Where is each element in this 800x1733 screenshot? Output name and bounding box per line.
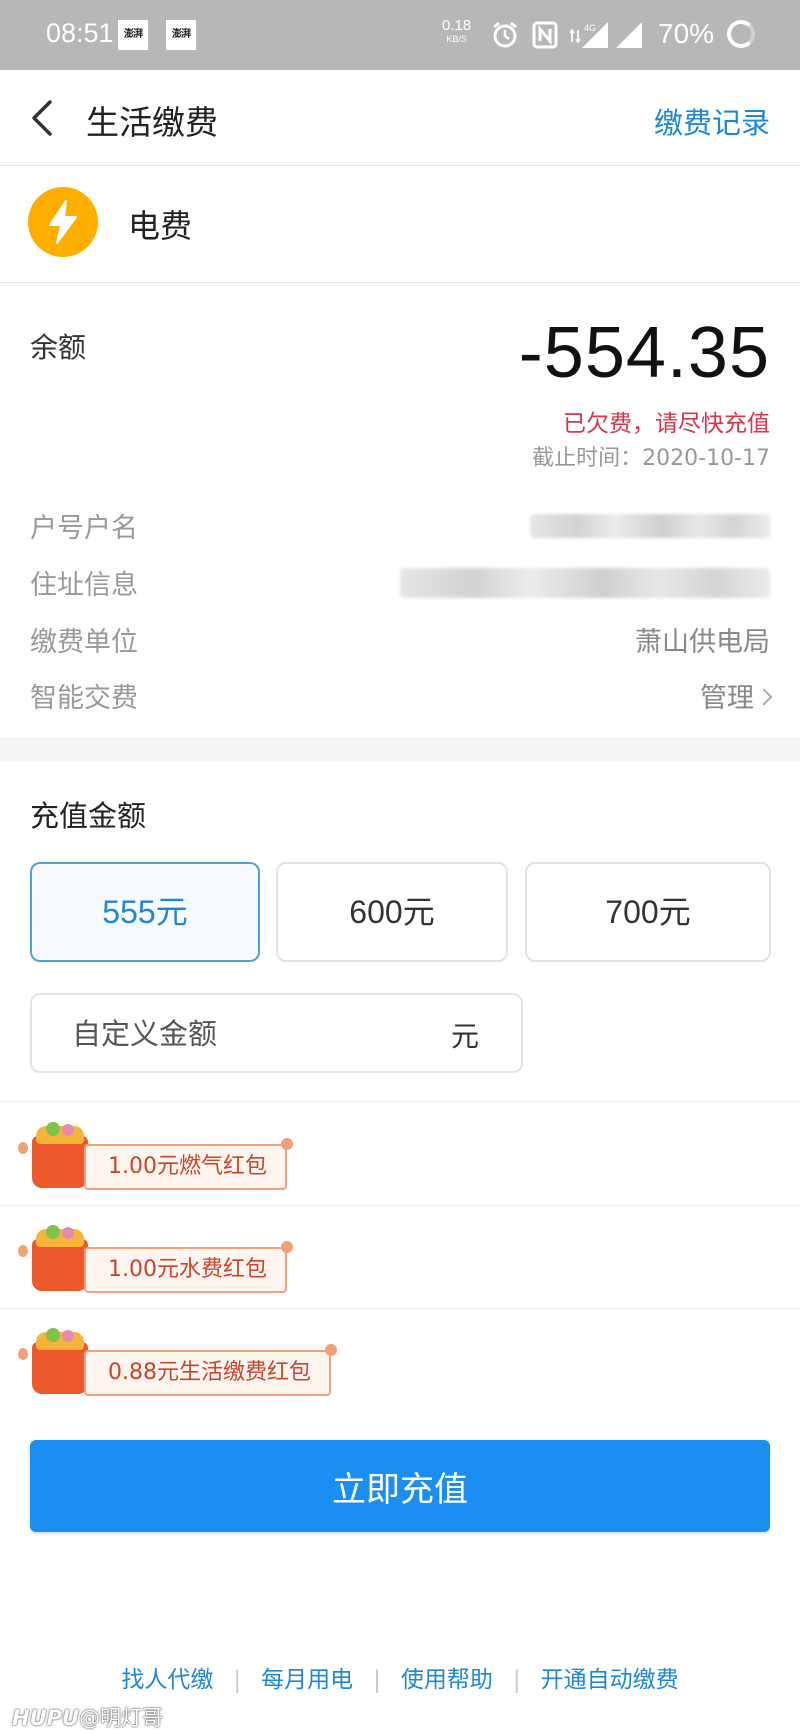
status-bar: 08:51 澎湃 澎湃 0.18 KB/S 4G 70% — [0, 0, 800, 70]
svg-text:4G: 4G — [584, 23, 596, 33]
info-row-account: 户号户名 — [30, 506, 770, 546]
balance-label: 余额 — [30, 331, 87, 364]
section-divider — [0, 738, 800, 762]
nfc-icon — [532, 21, 558, 49]
payment-record-link[interactable]: 缴费记录 — [654, 100, 770, 142]
account-label: 户号户名 — [30, 513, 138, 544]
back-arrow-icon[interactable] — [28, 98, 58, 138]
page-title: 生活缴费 — [86, 103, 218, 142]
footer-links: 找人代缴 | 每月用电 | 使用帮助 | 开通自动缴费 — [0, 1660, 800, 1700]
info-row-company: 缴费单位 萧山供电局 — [30, 620, 770, 660]
balance-amount: -554.35 — [518, 313, 770, 393]
company-label: 缴费单位 — [30, 627, 138, 658]
nav-bar: 生活缴费 缴费记录 — [0, 70, 800, 166]
address-label: 住址信息 — [30, 570, 138, 601]
coupon-label: 0.88元生活缴费红包 — [84, 1344, 337, 1396]
chevron-right-icon — [755, 688, 773, 706]
deadline-text: 截止时间：2020-10-17 — [532, 446, 770, 471]
footer-link-help[interactable]: 使用帮助 — [401, 1667, 493, 1693]
info-row-smart-pay[interactable]: 智能交费 管理 — [30, 676, 773, 716]
custom-amount-input[interactable] — [72, 1013, 452, 1055]
footer-link-proxy-pay[interactable]: 找人代缴 — [121, 1667, 213, 1693]
arrears-warning: 已欠费，请尽快充值 — [563, 411, 770, 437]
bill-name: 电费 — [128, 207, 193, 245]
app-notification-icon: 澎湃 — [118, 20, 148, 50]
custom-amount-field[interactable]: 元 — [30, 993, 523, 1073]
recharge-now-button[interactable]: 立即充值 — [30, 1440, 770, 1532]
divider — [0, 1205, 800, 1206]
divider — [0, 1308, 800, 1309]
amount-option-600[interactable]: 600元 — [276, 862, 508, 962]
blurred-account-value — [530, 514, 770, 538]
smart-pay-label: 智能交费 — [30, 683, 138, 714]
watermark-brand: HUPU — [12, 1706, 80, 1730]
watermark-user: @明灯哥 — [79, 1706, 164, 1730]
net-speed-unit: KB/S — [446, 34, 467, 44]
smart-pay-manage[interactable]: 管理 — [700, 676, 773, 715]
status-time: 08:51 — [46, 18, 114, 48]
manage-link[interactable]: 管理 — [700, 683, 754, 714]
coupon-label: 1.00元水费红包 — [84, 1241, 293, 1293]
net-speed: 0.18 KB/S — [442, 17, 472, 45]
separator: | — [512, 1667, 521, 1693]
custom-amount-unit: 元 — [450, 1020, 479, 1053]
company-value: 萧山供电局 — [635, 627, 770, 658]
amount-option-700[interactable]: 700元 — [525, 862, 771, 962]
footer-link-monthly-usage[interactable]: 每月用电 — [261, 1667, 353, 1693]
net-speed-value: 0.18 — [442, 17, 472, 34]
info-row-address: 住址信息 — [30, 563, 770, 603]
battery-ring-icon — [727, 20, 755, 48]
bill-type-header: 电费 — [0, 167, 800, 283]
recharge-title: 充值金额 — [30, 799, 147, 833]
separator: | — [233, 1667, 242, 1693]
alarm-icon — [493, 21, 517, 48]
footer-link-auto-pay[interactable]: 开通自动缴费 — [541, 1667, 679, 1693]
signal-4g-icon: 4G — [570, 22, 608, 48]
blurred-address-value — [400, 568, 770, 598]
separator: | — [373, 1667, 381, 1693]
coupon-label: 1.00元燃气红包 — [84, 1138, 293, 1190]
amount-option-555[interactable]: 555元 — [30, 862, 260, 962]
divider — [0, 1101, 800, 1102]
app-notification-icon: 澎湃 — [166, 20, 196, 50]
lightning-icon — [28, 187, 98, 257]
signal-icon — [616, 22, 642, 48]
watermark: HUPU@明灯哥 — [12, 1702, 163, 1732]
battery-percent: 70% — [658, 18, 715, 49]
